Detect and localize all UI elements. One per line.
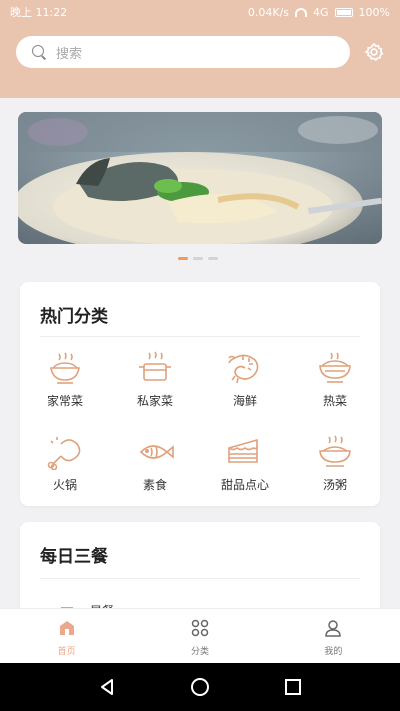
tab-label: 我的 — [324, 647, 343, 657]
tab-category[interactable]: 分类 — [133, 609, 266, 663]
category-label: 火锅 — [52, 478, 77, 492]
section-title: 热门分类 — [40, 307, 108, 327]
system-nav-bar — [0, 663, 400, 711]
category-label: 私家菜 — [136, 394, 173, 408]
category-label: 汤粥 — [322, 478, 347, 492]
battery-icon — [334, 7, 353, 17]
tab-label: 分类 — [190, 647, 209, 657]
drumstick-icon — [47, 437, 81, 470]
carousel-dot[interactable] — [193, 257, 203, 260]
category-item[interactable]: 热菜 — [290, 342, 380, 426]
home-circle-icon — [190, 678, 209, 696]
bottom-tab-bar: 首页 分类 我的 — [0, 608, 400, 663]
search-input[interactable]: 搜索 — [16, 36, 350, 68]
category-label: 家常菜 — [46, 394, 83, 408]
category-label: 甜品点心 — [220, 478, 269, 492]
banner-food-image — [18, 112, 382, 244]
status-time: 晚上 11:22 — [10, 6, 68, 19]
status-indicators: 0.04K/s 4G 100% — [248, 6, 390, 19]
back-icon — [100, 679, 113, 695]
cake-icon — [228, 438, 258, 463]
category-label: 海鲜 — [232, 394, 257, 408]
food-bowl-icon — [50, 352, 80, 384]
carousel-dot[interactable] — [208, 257, 218, 260]
banner-carousel[interactable] — [18, 112, 382, 244]
home-icon — [59, 621, 74, 635]
category-item[interactable]: 家常菜 — [20, 342, 110, 426]
shrimp-icon — [228, 354, 259, 384]
hot-categories-card: 热门分类 家常菜 私家菜 海鲜 热菜 火锅 素食 甜品点心 汤粥 — [20, 282, 380, 506]
category-item[interactable]: 火锅 — [20, 426, 110, 510]
back-button[interactable] — [95, 675, 119, 699]
network-speed: 0.04K/s — [247, 5, 290, 19]
soup-bowl-icon — [319, 435, 351, 467]
category-item[interactable]: 甜品点心 — [200, 426, 290, 510]
category-label: 素食 — [142, 478, 167, 492]
fish-icon — [139, 445, 174, 459]
hot-dish-icon — [319, 352, 351, 383]
divider — [40, 578, 360, 579]
search-placeholder: 搜索 — [56, 46, 83, 62]
recents-button[interactable] — [281, 675, 305, 699]
category-item[interactable]: 私家菜 — [110, 342, 200, 426]
section-title: 每日三餐 — [40, 547, 108, 567]
carousel-indicators — [178, 257, 218, 260]
home-button[interactable] — [188, 675, 212, 699]
recents-icon — [285, 679, 302, 695]
status-bar: 晚上 11:22 0.04K/s 4G 100% — [0, 0, 400, 24]
carousel-dot[interactable] — [178, 257, 188, 260]
tab-label: 首页 — [57, 647, 76, 657]
cooking-pot-icon — [139, 351, 171, 381]
category-grid: 家常菜 私家菜 海鲜 热菜 火锅 素食 甜品点心 汤粥 — [20, 342, 380, 510]
battery-level: 100% — [358, 5, 390, 19]
tab-home[interactable]: 首页 — [0, 609, 133, 663]
category-item[interactable]: 汤粥 — [290, 426, 380, 510]
category-label: 热菜 — [322, 394, 347, 408]
grid-icon — [191, 619, 209, 637]
divider — [40, 336, 360, 337]
settings-icon[interactable] — [364, 42, 384, 62]
tab-profile[interactable]: 我的 — [267, 609, 400, 663]
user-icon — [325, 620, 342, 637]
category-item[interactable]: 素食 — [110, 426, 200, 510]
wifi-icon — [295, 7, 308, 17]
category-item[interactable]: 海鲜 — [200, 342, 290, 426]
app-header: 晚上 11:22 0.04K/s 4G 100% 搜索 — [0, 0, 400, 98]
network-type: 4G — [313, 5, 329, 19]
search-icon — [32, 45, 46, 59]
